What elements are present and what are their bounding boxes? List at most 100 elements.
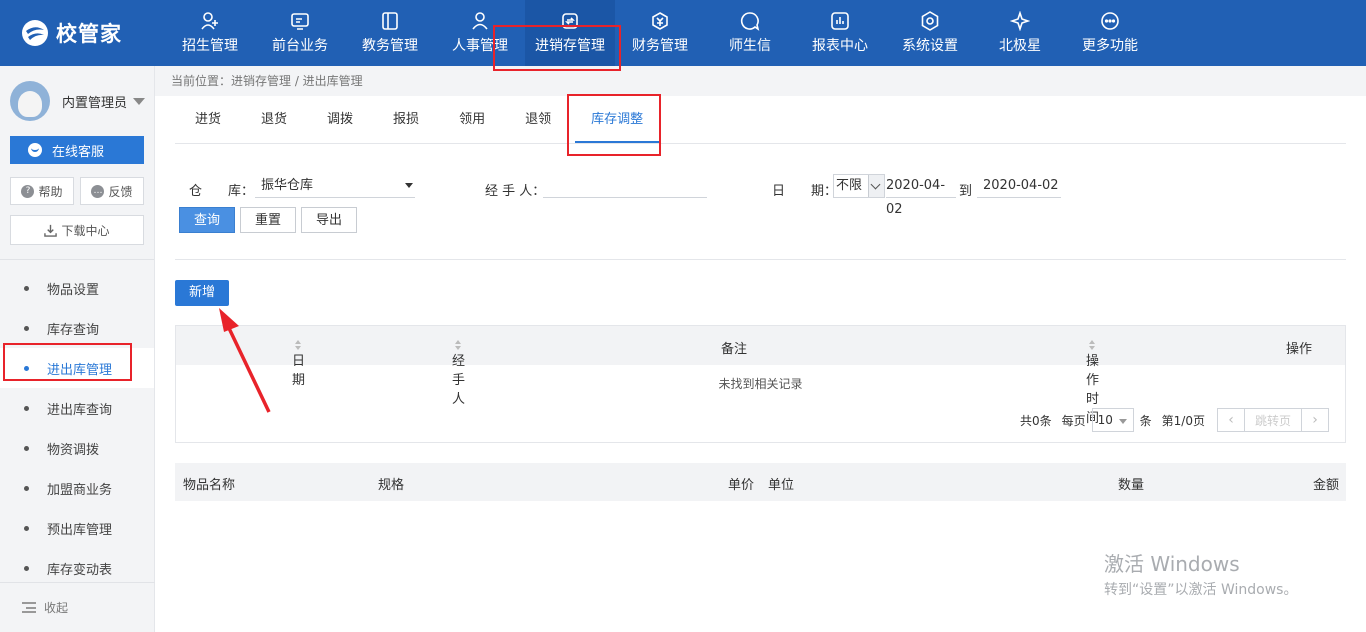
nav-item-messages[interactable]: 师生信: [705, 0, 795, 66]
online-service-label: 在线客服: [52, 144, 105, 160]
col-handler-label: 经手人: [452, 354, 466, 407]
watermark-line2: 转到“设置”以激活 Windows。: [1104, 582, 1298, 598]
sidebar-item-item-settings[interactable]: 物品设置: [0, 268, 154, 308]
bullet-icon: [24, 445, 29, 451]
download-center-label: 下载中心: [61, 223, 110, 238]
download-center-button[interactable]: 下载中心: [10, 215, 144, 245]
tab-stock-adjustment[interactable]: 库存调整: [571, 96, 663, 144]
handler-label: 经 手 人：: [485, 184, 546, 199]
feedback-button[interactable]: … 反馈: [80, 177, 144, 205]
nav-item-inventory[interactable]: 进销存管理: [525, 0, 615, 66]
export-button[interactable]: 导出: [301, 207, 358, 233]
sort-icon: [295, 340, 301, 350]
watermark-line1: 激活 Windows: [1104, 552, 1240, 576]
col-handler[interactable]: 经手人: [452, 338, 465, 407]
reset-button[interactable]: 重置: [240, 207, 297, 233]
items-table-header: 物品名称 规格 单价 单位 数量 金额: [175, 463, 1346, 501]
col-operation-time[interactable]: 操作时间: [1086, 338, 1099, 426]
tab-loss[interactable]: 报损: [373, 96, 439, 144]
date-label: 日 期：: [772, 184, 838, 199]
bullet-icon: [24, 565, 29, 571]
money-icon: [650, 11, 670, 31]
col-date[interactable]: 日期: [292, 338, 305, 388]
date-to-input[interactable]: 2020-04-02: [977, 174, 1061, 198]
bullet-icon: [24, 285, 29, 291]
sidebar-item-transfer[interactable]: 物资调拨: [0, 428, 154, 468]
tab-requisition[interactable]: 领用: [439, 96, 505, 144]
page-info: 第1/0页: [1161, 413, 1205, 428]
nav-item-more[interactable]: 更多功能: [1065, 0, 1155, 66]
sort-icon: [1089, 340, 1095, 350]
nav-item-polaris[interactable]: 北极星: [975, 0, 1065, 66]
sidebar-item-label: 进出库管理: [47, 362, 113, 378]
tab-transfer[interactable]: 调拨: [307, 96, 373, 144]
nav-item-label: 报表中心: [812, 38, 868, 54]
warehouse-label: 仓 库：: [189, 184, 255, 199]
nav-item-admissions[interactable]: 招生管理: [165, 0, 255, 66]
person-icon: [470, 11, 490, 31]
bullet-icon: [24, 325, 29, 331]
nav-item-label: 财务管理: [632, 38, 688, 54]
feedback-icon: …: [91, 184, 105, 198]
col-date-label: 日期: [292, 354, 306, 388]
page-nav: ‹ 跳转页 ›: [1217, 408, 1329, 432]
date-range-select[interactable]: 不限: [833, 174, 885, 198]
empty-message: 未找到相关记录: [718, 377, 803, 391]
nav-item-front-desk[interactable]: 前台业务: [255, 0, 345, 66]
prev-page-icon[interactable]: ‹: [1218, 409, 1244, 431]
top-nav-bar: 校管家 招生管理 前台业务 教务管理 人事管理 进销存管理 财务管理 师生信 报…: [0, 0, 1366, 66]
online-service-button[interactable]: 在线客服: [10, 136, 144, 164]
annotation-arrow: [219, 308, 271, 413]
collapse-button[interactable]: 收起: [0, 582, 155, 632]
bullet-icon: [24, 525, 29, 531]
nav-item-label: 人事管理: [452, 38, 508, 54]
avatar: [10, 81, 50, 121]
page-size-value: 10: [1097, 413, 1113, 427]
help-button[interactable]: ? 帮助: [10, 177, 74, 205]
col-unit-price: 单价: [728, 478, 755, 493]
pagination: 共0条 每页 10 条 第1/0页 ‹ 跳转页 ›: [1020, 408, 1329, 432]
filter-bar: 仓 库： 振华仓库 经 手 人： 日 期： 不限 2020-04-02 到 20…: [175, 174, 1346, 217]
app-logo[interactable]: 校管家: [0, 0, 160, 66]
nav-item-label: 更多功能: [1082, 38, 1138, 54]
filter-actions: 查询 重置 导出: [179, 207, 358, 233]
total-count: 共0条: [1020, 413, 1052, 428]
nav-item-settings[interactable]: 系统设置: [885, 0, 975, 66]
sidebar-item-inout-query[interactable]: 进出库查询: [0, 388, 154, 428]
nav-item-label: 系统设置: [902, 38, 958, 54]
main-nav: 招生管理 前台业务 教务管理 人事管理 进销存管理 财务管理 师生信 报表中心: [165, 0, 1155, 66]
warehouse-select[interactable]: 振华仓库: [255, 174, 415, 198]
date-from-input[interactable]: 2020-04-02: [886, 174, 956, 217]
sidebar-item-label: 库存查询: [47, 322, 100, 338]
help-label: 帮助: [38, 184, 63, 199]
next-page-icon[interactable]: ›: [1302, 409, 1328, 431]
nav-item-finance[interactable]: 财务管理: [615, 0, 705, 66]
chevron-down-icon: [133, 97, 146, 105]
jump-page-button[interactable]: 跳转页: [1244, 409, 1302, 431]
book-icon: [380, 11, 400, 31]
col-amount: 金额: [1313, 478, 1340, 493]
screen-icon: [290, 11, 310, 31]
page-size-select[interactable]: 10: [1091, 408, 1134, 432]
col-remark: 备注: [721, 342, 748, 357]
nav-item-hr[interactable]: 人事管理: [435, 0, 525, 66]
handler-input[interactable]: [543, 174, 707, 198]
user-menu[interactable]: 内置管理员: [0, 66, 154, 136]
sidebar-item-inout-management[interactable]: 进出库管理: [0, 348, 154, 388]
sidebar-item-pre-outbound[interactable]: 预出库管理: [0, 508, 154, 548]
sidebar-item-franchise[interactable]: 加盟商业务: [0, 468, 154, 508]
nav-item-academic[interactable]: 教务管理: [345, 0, 435, 66]
tab-return[interactable]: 退货: [241, 96, 307, 144]
date-range-value: 不限: [836, 178, 863, 193]
tab-requisition-return[interactable]: 退领: [505, 96, 571, 144]
per-page-label: 每页: [1061, 413, 1086, 428]
settings-icon: [920, 11, 940, 31]
tab-purchase[interactable]: 进货: [175, 96, 241, 144]
chart-icon: [830, 11, 850, 31]
query-button[interactable]: 查询: [179, 207, 236, 233]
nav-item-reports[interactable]: 报表中心: [795, 0, 885, 66]
sidebar-divider: [0, 259, 154, 260]
sidebar-item-label: 进出库查询: [47, 402, 113, 418]
download-icon: [44, 224, 58, 237]
sidebar-item-stock-query[interactable]: 库存查询: [0, 308, 154, 348]
